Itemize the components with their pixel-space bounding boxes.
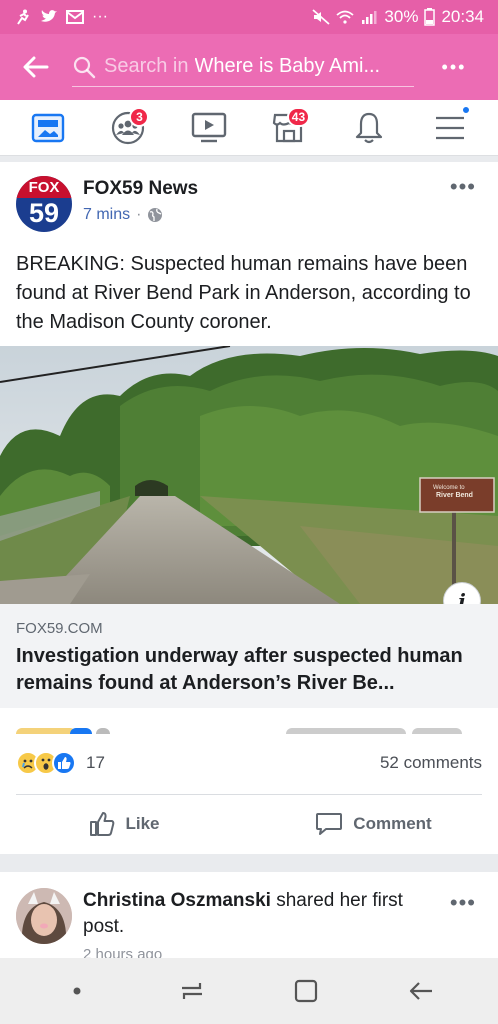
- system-back-button[interactable]: [391, 966, 451, 1016]
- feed-post-2: Christina Oszmanski shared her first pos…: [0, 872, 498, 963]
- nav-watch[interactable]: [184, 105, 234, 151]
- bell-icon: [356, 112, 383, 143]
- back-arrow-icon: [23, 56, 49, 78]
- menu-notification-dot: [460, 104, 471, 115]
- avatar-logo-bottom: 59: [28, 198, 60, 228]
- running-app-icon: [17, 9, 29, 25]
- post-options-button[interactable]: •••: [450, 174, 476, 200]
- twitter-icon: [41, 10, 57, 22]
- link-preview-image[interactable]: Welcome to River Bend: [0, 346, 498, 604]
- news-feed-icon: [31, 113, 65, 142]
- page-avatar[interactable]: FOX 59: [16, 176, 72, 232]
- signal-icon: [362, 11, 377, 24]
- comment-count-link[interactable]: 52 comments: [380, 753, 482, 773]
- system-back-icon: [409, 982, 432, 1000]
- like-label: Like: [125, 814, 160, 833]
- back-button[interactable]: [0, 34, 72, 100]
- clock: 20:34: [441, 7, 484, 26]
- recent-apps-icon: [181, 983, 202, 999]
- home-square-icon: [295, 979, 318, 1003]
- nav-notifications[interactable]: [344, 105, 394, 151]
- post-2-options-button[interactable]: •••: [450, 890, 476, 916]
- search-icon: [73, 56, 96, 78]
- actions-divider: [16, 794, 482, 795]
- comment-button[interactable]: Comment: [249, 802, 498, 846]
- reaction-count: 17: [86, 753, 105, 772]
- app-header: Search in Where is Baby Ami... •••: [0, 34, 498, 100]
- post-2-header: Christina Oszmanski shared her first pos…: [83, 888, 443, 963]
- river-bend-road-photo: Welcome to River Bend: [0, 346, 498, 604]
- nav-groups[interactable]: 3: [103, 105, 153, 151]
- header-more-button[interactable]: •••: [414, 34, 494, 100]
- feed-post: FOX 59 FOX59 News 7 mins · ••• BREAKING:…: [0, 162, 498, 854]
- sign-text-top: Welcome to: [433, 485, 465, 491]
- link-title: Investigation underway after suspected h…: [16, 645, 463, 694]
- like-reaction-icon: [52, 751, 76, 775]
- search-input[interactable]: Search in Where is Baby Ami...: [72, 47, 414, 87]
- wifi-icon: [336, 10, 355, 24]
- mute-icon: [312, 9, 331, 25]
- post-text: BREAKING: Suspected human remains have b…: [16, 253, 471, 333]
- post-meta: 7 mins ·: [83, 206, 198, 224]
- nav-dot-button[interactable]: [47, 966, 107, 1016]
- gmail-icon: [66, 10, 84, 24]
- system-nav-bar: [0, 958, 498, 1024]
- link-domain: FOX59.COM: [16, 620, 103, 637]
- comment-label: Comment: [353, 814, 432, 833]
- globe-icon: [148, 208, 163, 222]
- post-timestamp[interactable]: 7 mins: [83, 206, 130, 224]
- status-bar: ··· 30% 20:34: [0, 0, 498, 34]
- battery-icon: [424, 8, 436, 26]
- groups-badge: 3: [129, 106, 150, 127]
- search-placeholder: Search in: [104, 55, 189, 77]
- recent-apps-button[interactable]: [162, 966, 222, 1016]
- hamburger-menu-icon: [435, 116, 464, 139]
- dot-icon: [73, 987, 81, 995]
- author-name-link[interactable]: Christina Oszmanski: [83, 890, 271, 911]
- search-query: Where is Baby Ami...: [194, 55, 381, 77]
- post-header: FOX 59 FOX59 News 7 mins · •••: [0, 162, 498, 238]
- nav-news-feed[interactable]: [23, 105, 73, 151]
- more-icon: •••: [441, 56, 467, 77]
- marketplace-badge: 43: [286, 106, 311, 127]
- ghost-reactions-row: [16, 722, 482, 734]
- battery-percent: 30%: [384, 7, 419, 26]
- nav-marketplace[interactable]: 43: [264, 105, 314, 151]
- user-avatar[interactable]: [16, 888, 72, 944]
- main-nav: 3 43: [0, 100, 498, 156]
- user-photo: [16, 888, 72, 944]
- post-actions: Like Comment: [0, 802, 498, 846]
- watch-icon: [191, 112, 227, 142]
- reaction-icons: [16, 751, 80, 775]
- thumbs-up-icon: [90, 812, 115, 836]
- screen: ··· 30% 20:34 Search in Where is Baby Am…: [0, 0, 498, 1024]
- link-preview-info[interactable]: FOX59.COM Investigation underway after s…: [0, 604, 498, 708]
- nav-menu[interactable]: [425, 104, 475, 151]
- reactions-summary[interactable]: 17 52 comments: [16, 750, 482, 776]
- home-button[interactable]: [276, 966, 336, 1016]
- meta-separator: ·: [136, 206, 142, 223]
- sign-text-main: River Bend: [436, 492, 473, 499]
- comment-bubble-icon: [316, 813, 343, 835]
- page-name-link[interactable]: FOX59 News: [83, 178, 198, 200]
- like-button[interactable]: Like: [0, 802, 249, 846]
- status-overflow: ···: [92, 8, 108, 25]
